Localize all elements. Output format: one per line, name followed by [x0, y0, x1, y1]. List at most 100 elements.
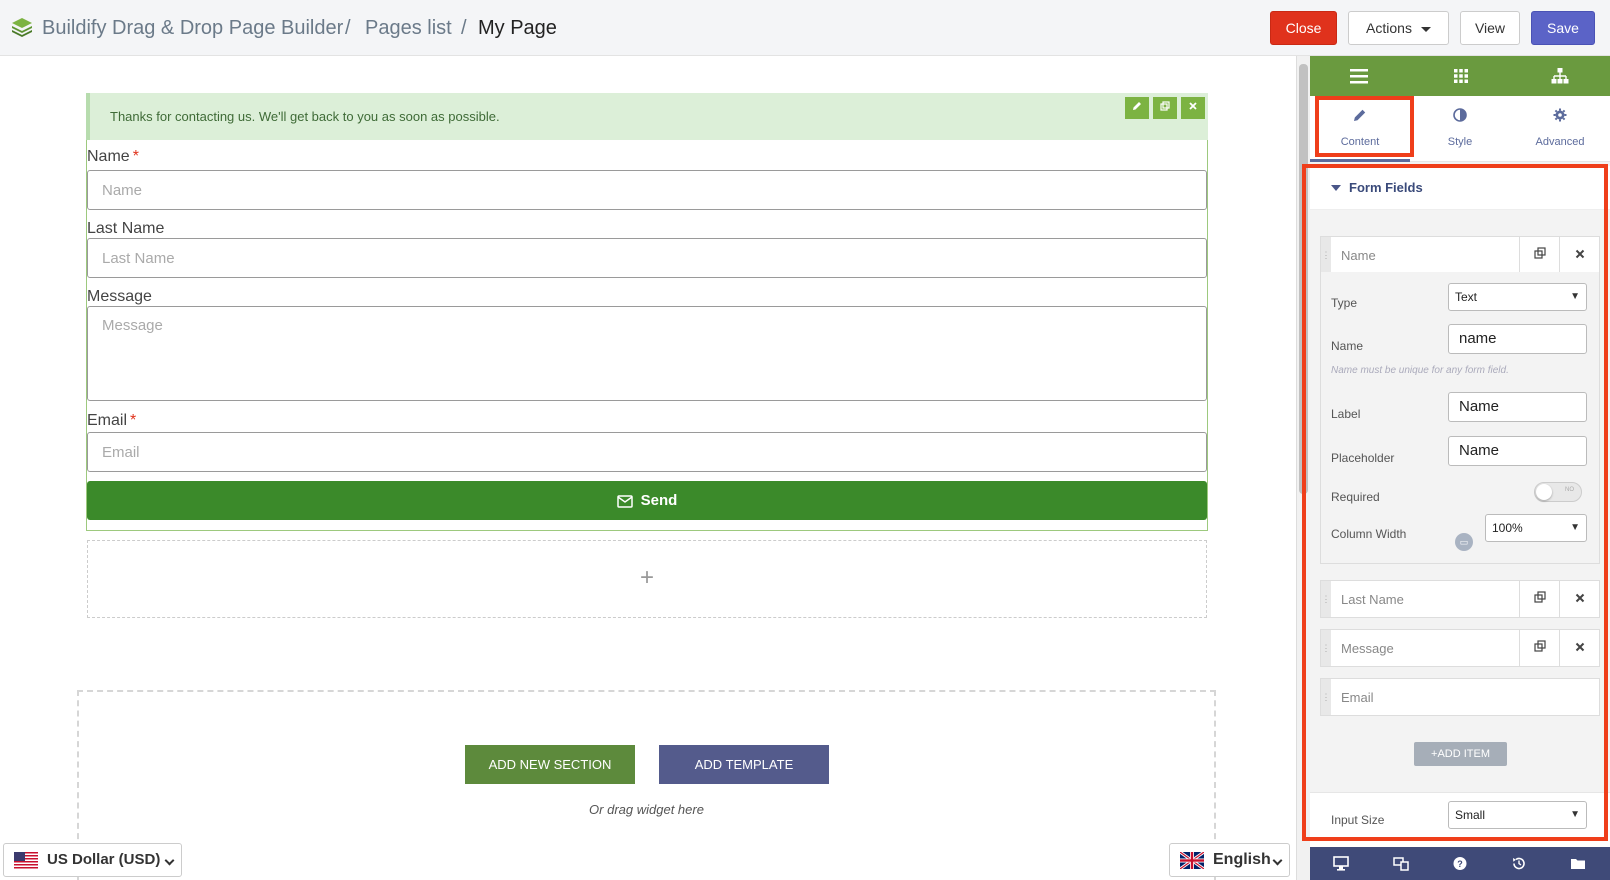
- section-title: Form Fields: [1349, 180, 1423, 195]
- required-toggle[interactable]: NO: [1534, 482, 1582, 502]
- copy-icon: [1533, 247, 1546, 259]
- send-button[interactable]: Send: [87, 481, 1207, 520]
- tab-advanced[interactable]: Advanced: [1510, 96, 1610, 162]
- caret-down-icon: [1331, 185, 1341, 191]
- dropdown-arrow-icon: ▼: [1570, 522, 1580, 533]
- email-input[interactable]: Email: [87, 432, 1207, 472]
- duplicate-item-button[interactable]: [1519, 630, 1559, 666]
- edit-widget-button[interactable]: [1125, 97, 1149, 119]
- email-field-label: Email *: [87, 412, 136, 430]
- panel-tabs: Content Style Advanced: [1310, 96, 1610, 162]
- type-value: Text: [1455, 290, 1478, 304]
- field-name-input[interactable]: name: [1448, 324, 1587, 354]
- name-label-text: Name: [87, 148, 130, 165]
- currency-label: US Dollar (USD): [47, 851, 161, 868]
- duplicate-widget-button[interactable]: [1153, 97, 1177, 119]
- top-bar: Buildify Drag & Drop Page Builder / Page…: [0, 0, 1610, 56]
- tab-content[interactable]: Content: [1310, 96, 1410, 162]
- input-size-select[interactable]: Small ▼: [1448, 801, 1587, 829]
- caret-down-icon: [1420, 26, 1431, 32]
- contrast-icon: [1453, 108, 1467, 122]
- breadcrumb-pages-list[interactable]: Pages list: [365, 16, 452, 40]
- app-title-link[interactable]: Buildify Drag & Drop Page Builder: [42, 16, 343, 40]
- add-widget-area[interactable]: +: [87, 540, 1207, 618]
- add-new-section-button[interactable]: ADD NEW SECTION: [465, 745, 635, 784]
- form-field-item-message[interactable]: ⋮ Message: [1320, 629, 1600, 667]
- drag-handle-icon[interactable]: ⋮: [1321, 237, 1331, 273]
- duplicate-item-button[interactable]: [1519, 237, 1559, 273]
- breadcrumb-separator: /: [345, 17, 351, 39]
- item-title: Name: [1341, 248, 1376, 263]
- page-canvas: Thanks for contacting us. We'll get back…: [0, 56, 1296, 880]
- field-placeholder-input[interactable]: Name: [1448, 436, 1587, 466]
- remove-item-button[interactable]: [1559, 630, 1599, 666]
- us-flag-icon: [14, 852, 38, 869]
- tab-style[interactable]: Style: [1410, 96, 1510, 162]
- svg-text:?: ?: [1457, 859, 1463, 869]
- form-fields-section-header[interactable]: Form Fields: [1310, 166, 1610, 210]
- item-title: Email: [1341, 690, 1374, 705]
- sitemap-icon[interactable]: [1551, 68, 1569, 84]
- name-hint: Name must be unique for any form field.: [1331, 365, 1509, 376]
- widgets-grid-icon[interactable]: [1452, 68, 1470, 84]
- remove-item-button[interactable]: [1559, 581, 1599, 617]
- panel-bottom-bar: ?: [1310, 847, 1610, 880]
- gear-icon: [1553, 108, 1567, 122]
- field-label-input[interactable]: Name: [1448, 392, 1587, 422]
- view-button[interactable]: View: [1460, 11, 1520, 45]
- drag-handle-icon[interactable]: ⋮: [1321, 630, 1331, 666]
- close-icon: [1575, 593, 1584, 603]
- column-width-label: Column Width: [1331, 527, 1407, 541]
- form-field-item-last-name[interactable]: ⋮ Last Name: [1320, 580, 1600, 618]
- email-label-text: Email: [87, 412, 128, 429]
- layers-logo-icon: [12, 18, 32, 37]
- alert-message: Thanks for contacting us. We'll get back…: [110, 109, 500, 124]
- message-textarea[interactable]: Message: [87, 306, 1207, 401]
- drag-handle-icon[interactable]: ⋮: [1321, 581, 1331, 617]
- success-alert: Thanks for contacting us. We'll get back…: [86, 93, 1208, 140]
- breadcrumb-separator: /: [461, 17, 467, 39]
- column-width-value: 100%: [1492, 521, 1523, 535]
- form-field-item-email[interactable]: ⋮ Email: [1320, 678, 1600, 716]
- send-label: Send: [640, 492, 678, 509]
- save-button[interactable]: Save: [1531, 11, 1595, 45]
- drag-handle-icon[interactable]: ⋮: [1321, 679, 1331, 715]
- name-control-label: Name: [1331, 339, 1364, 353]
- hamburger-menu-icon[interactable]: [1350, 68, 1368, 84]
- required-control-label: Required: [1331, 490, 1380, 504]
- message-field-label: Message: [87, 288, 152, 305]
- remove-item-button[interactable]: [1559, 237, 1599, 273]
- close-button[interactable]: Close: [1270, 11, 1337, 45]
- history-icon[interactable]: [1511, 856, 1527, 871]
- add-item-button[interactable]: +ADD ITEM: [1414, 742, 1507, 766]
- envelope-icon: [616, 495, 633, 508]
- canvas-scrollbar[interactable]: [1296, 56, 1310, 880]
- language-label: English: [1213, 851, 1271, 868]
- help-icon[interactable]: ?: [1452, 856, 1468, 871]
- form-field-item-name[interactable]: ⋮ Name: [1320, 236, 1600, 274]
- language-selector[interactable]: English: [1169, 843, 1290, 877]
- new-section-drop-zone[interactable]: [77, 690, 1216, 880]
- scrollbar-thumb[interactable]: [1299, 64, 1308, 494]
- delete-widget-button[interactable]: [1181, 97, 1205, 119]
- column-width-select[interactable]: 100% ▼: [1485, 514, 1587, 542]
- folder-icon[interactable]: [1570, 856, 1586, 871]
- drag-widget-hint: Or drag widget here: [589, 802, 704, 817]
- chevron-down-icon: [1272, 855, 1283, 866]
- name-input[interactable]: Name: [87, 170, 1207, 210]
- actions-dropdown-button[interactable]: Actions: [1348, 11, 1449, 45]
- duplicate-item-button[interactable]: [1519, 581, 1559, 617]
- device-mode-icon[interactable]: ▭: [1455, 533, 1473, 551]
- input-size-value: Small: [1455, 808, 1486, 822]
- actions-label: Actions: [1366, 20, 1412, 36]
- type-select[interactable]: Text ▼: [1448, 283, 1587, 311]
- desktop-icon[interactable]: [1333, 856, 1349, 871]
- copy-icon: [1533, 591, 1546, 603]
- currency-selector[interactable]: US Dollar (USD): [3, 843, 182, 877]
- add-template-button[interactable]: ADD TEMPLATE: [659, 745, 829, 784]
- add-item-label: ADD ITEM: [1437, 748, 1490, 760]
- name-field-label: Name *: [87, 148, 139, 166]
- dropdown-arrow-icon: ▼: [1570, 291, 1580, 302]
- responsive-icon[interactable]: [1393, 856, 1409, 871]
- last-name-input[interactable]: Last Name: [87, 238, 1207, 278]
